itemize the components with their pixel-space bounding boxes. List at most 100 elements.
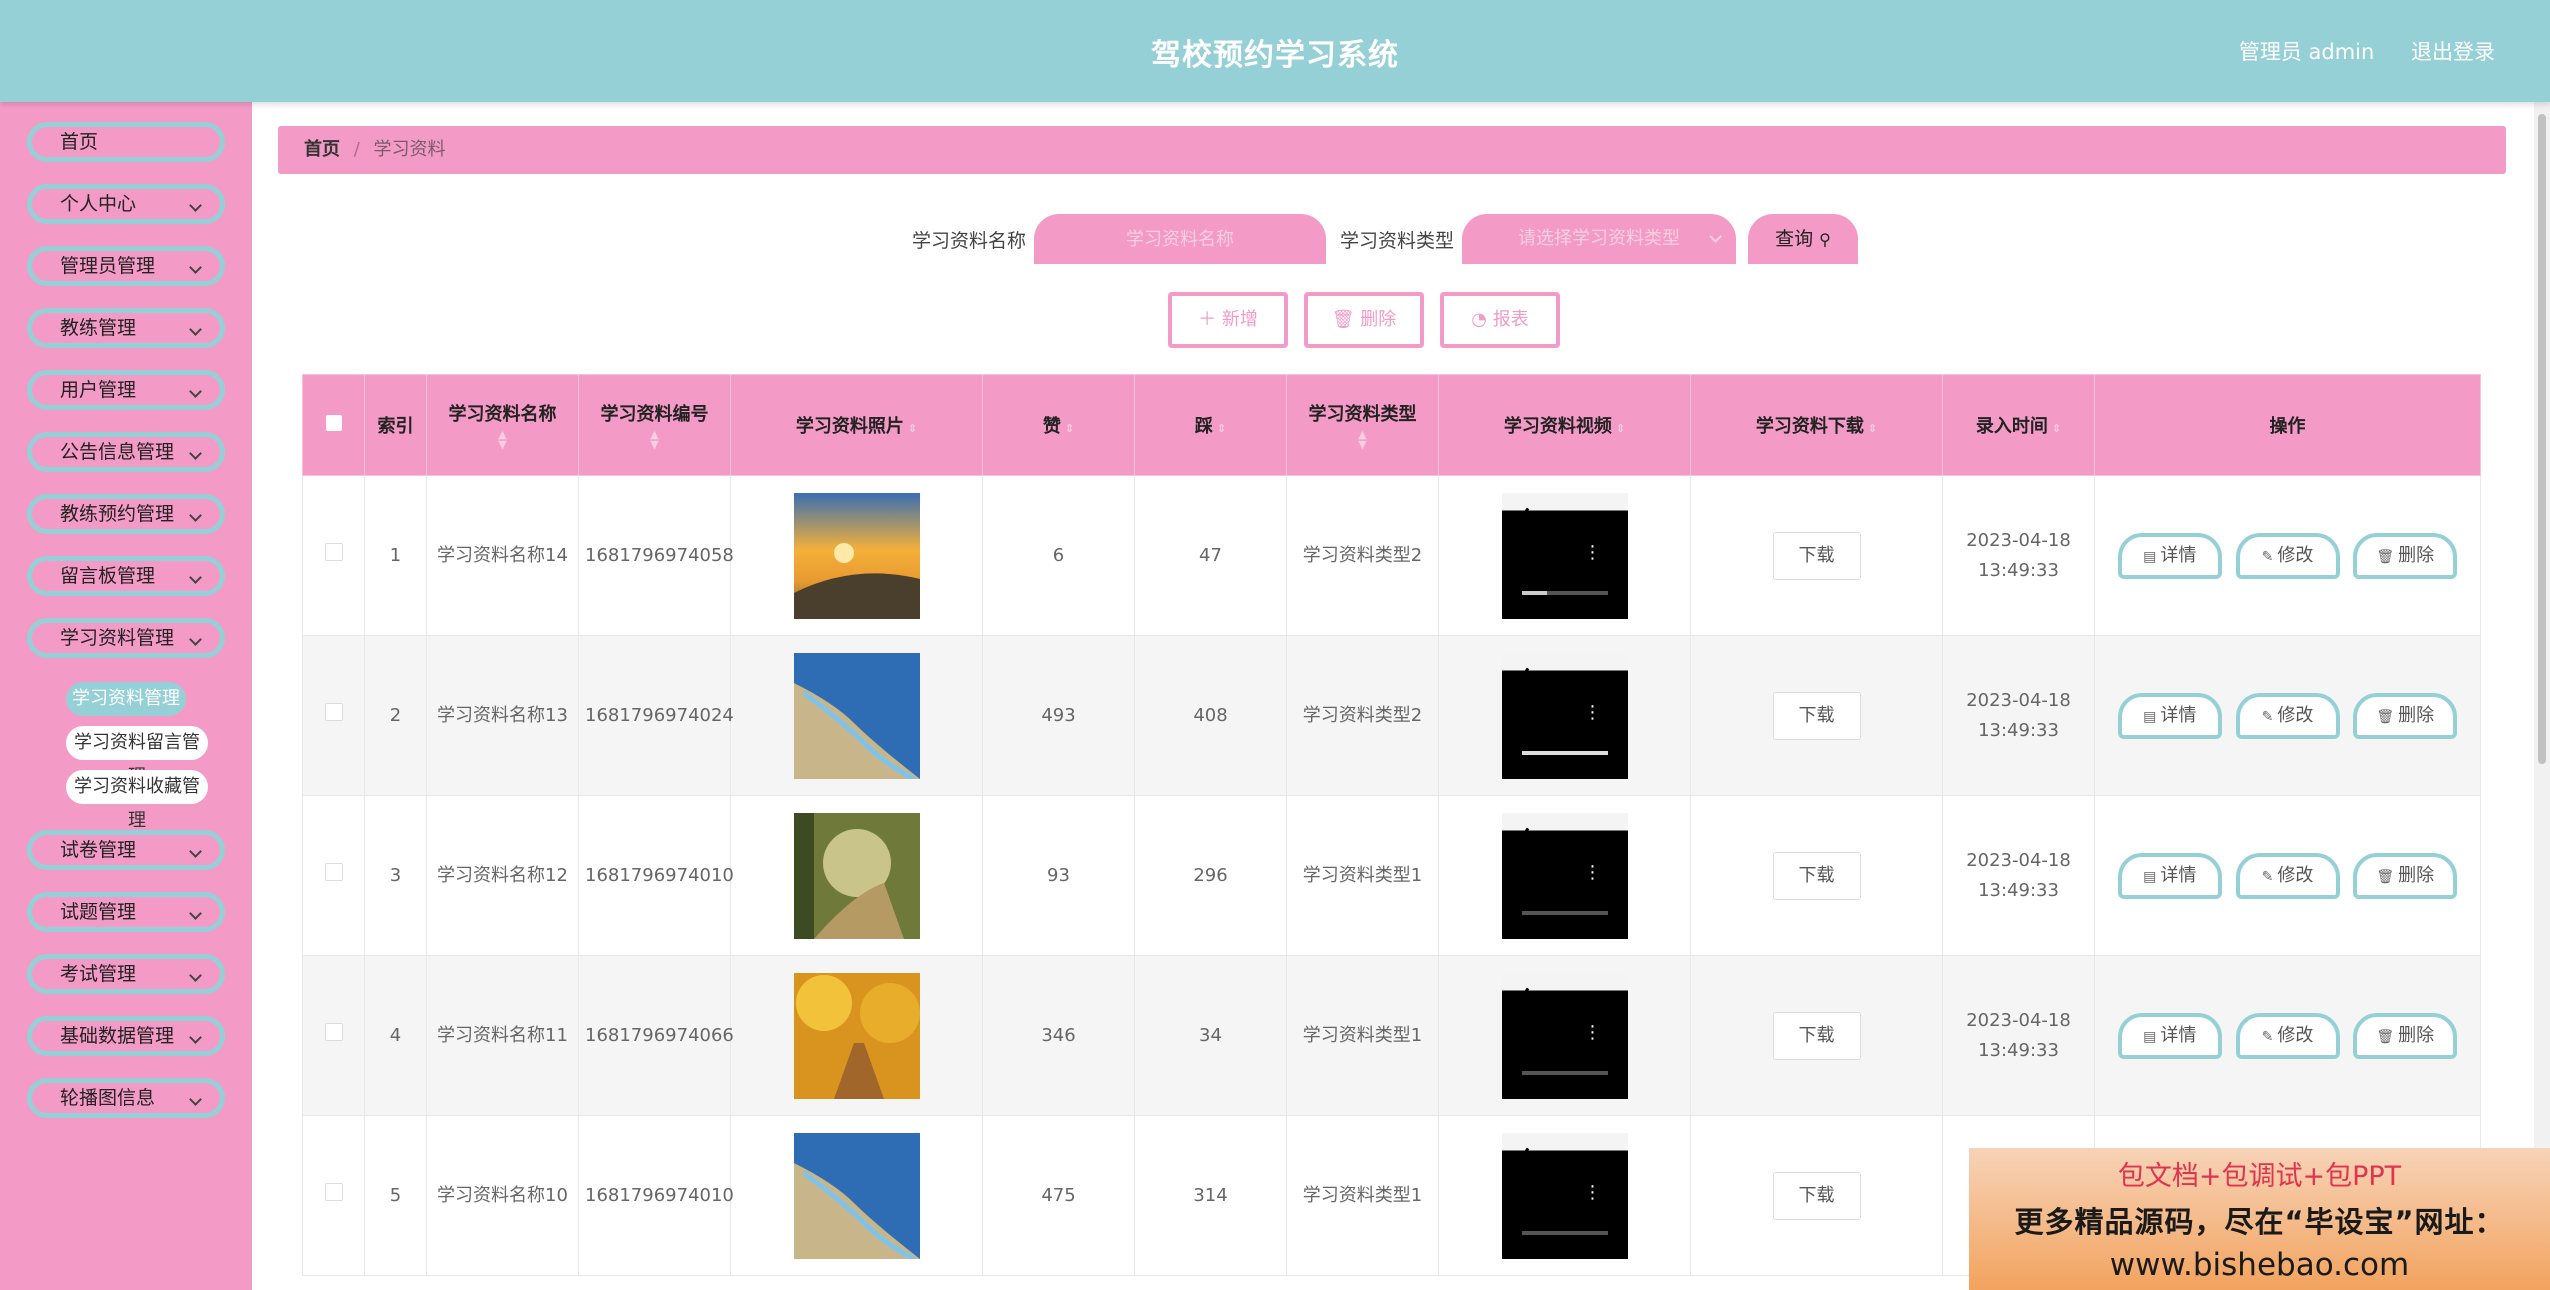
scrollbar-thumb[interactable]: [2538, 114, 2546, 764]
sidebar-item-coach[interactable]: 教练管理: [27, 308, 225, 348]
video-player[interactable]: ⋮: [1501, 492, 1628, 619]
add-button[interactable]: ＋ 新增: [1168, 292, 1288, 348]
sidebar-item-admin[interactable]: 管理员管理: [27, 246, 225, 286]
sidebar-item-basedata[interactable]: 基础数据管理: [27, 1016, 225, 1056]
edit-button[interactable]: ✎ 修改: [2235, 852, 2340, 899]
cell-download: 下载: [1690, 475, 1943, 636]
edit-icon: ✎: [2261, 1028, 2274, 1045]
query-button[interactable]: 查询 ⚲: [1748, 214, 1858, 264]
sort-icon[interactable]: ▲ ▼: [431, 429, 574, 450]
sidebar-item-guestbook[interactable]: 留言板管理: [27, 556, 225, 596]
col-download[interactable]: 学习资料下载 ⇕: [1690, 374, 1943, 476]
col-time[interactable]: 录入时间 ⇕: [1942, 374, 2095, 476]
edit-button[interactable]: ✎ 修改: [2235, 1012, 2340, 1059]
sort-icon[interactable]: ⇕: [2052, 422, 2061, 435]
detail-button[interactable]: ▤ 详情: [2117, 692, 2222, 739]
sort-icon[interactable]: ▲ ▼: [583, 429, 726, 450]
material-photo[interactable]: [793, 972, 920, 1099]
row-checkbox[interactable]: [302, 795, 365, 956]
submenu-materials[interactable]: 学习资料管理: [66, 682, 186, 716]
sidebar-item-profile[interactable]: 个人中心: [27, 184, 225, 224]
cell-index: 4: [364, 955, 427, 1116]
detail-button[interactable]: ▤ 详情: [2117, 1012, 2222, 1059]
sidebar-item-user[interactable]: 用户管理: [27, 370, 225, 410]
sidebar-item-home[interactable]: 首页: [27, 122, 225, 162]
row-delete-button[interactable]: 🗑 删除: [2353, 1012, 2458, 1059]
row-checkbox[interactable]: [302, 635, 365, 796]
sidebar-item-papers[interactable]: 试卷管理: [27, 830, 225, 870]
edit-icon: ✎: [2261, 868, 2274, 885]
material-photo[interactable]: [793, 652, 920, 779]
col-type[interactable]: 学习资料类型 ▲ ▼: [1286, 374, 1439, 476]
sidebar-item-materials[interactable]: 学习资料管理: [27, 618, 225, 658]
search-name-input[interactable]: [1034, 214, 1326, 264]
video-player[interactable]: ⋮: [1501, 1132, 1628, 1259]
submenu-material-favorites[interactable]: 学习资料收藏管理: [66, 770, 208, 831]
sidebar-item-label: 试题管理: [60, 901, 137, 923]
sort-icon[interactable]: ⇕: [1868, 422, 1877, 435]
cell-time: 2023-04-18 13:49:33: [1942, 475, 2095, 636]
row-delete-button[interactable]: 🗑 删除: [2353, 852, 2458, 899]
more-icon[interactable]: ⋮: [1584, 863, 1602, 881]
col-code[interactable]: 学习资料编号 ▲ ▼: [578, 374, 731, 476]
sort-icon[interactable]: ⇕: [1616, 422, 1625, 435]
col-dislikes[interactable]: 踩 ⇕: [1134, 374, 1287, 476]
sort-icon[interactable]: ⇕: [1217, 422, 1226, 435]
delete-button[interactable]: 🗑 删除: [1304, 292, 1424, 348]
download-button[interactable]: 下载: [1772, 1011, 1861, 1060]
sidebar-item-notice[interactable]: 公告信息管理: [27, 432, 225, 472]
row-delete-button[interactable]: 🗑 删除: [2353, 692, 2458, 739]
row-checkbox[interactable]: [302, 1115, 365, 1276]
sidebar-item-label: 轮播图信息: [60, 1087, 156, 1109]
col-video[interactable]: 学习资料视频 ⇕: [1438, 374, 1691, 476]
sidebar-item-exams[interactable]: 考试管理: [27, 954, 225, 994]
more-icon[interactable]: ⋮: [1584, 543, 1602, 561]
vertical-scrollbar[interactable]: [2534, 102, 2550, 1290]
download-button[interactable]: 下载: [1772, 531, 1861, 580]
cell-type: 学习资料类型2: [1286, 475, 1439, 636]
material-photo[interactable]: [793, 1132, 920, 1259]
row-delete-button[interactable]: 🗑 删除: [2353, 532, 2458, 579]
trash-icon: 🗑: [1331, 309, 1355, 330]
row-checkbox[interactable]: [302, 955, 365, 1116]
breadcrumb-home[interactable]: 首页: [304, 139, 340, 160]
cell-likes: 6: [982, 475, 1135, 636]
chevron-down-icon: [189, 199, 202, 212]
sort-icon[interactable]: ⇕: [908, 422, 917, 435]
material-photo[interactable]: [793, 812, 920, 939]
submenu-material-comments[interactable]: 学习资料留言管理: [66, 726, 208, 787]
search-type-select[interactable]: 请选择学习资料类型: [1462, 214, 1736, 264]
row-checkbox[interactable]: [302, 475, 365, 636]
logout-link[interactable]: 退出登录: [2411, 40, 2495, 64]
promo-line-1: 包文档+包调试+包PPT: [2117, 1161, 2402, 1192]
col-photo[interactable]: 学习资料照片 ⇕: [730, 374, 983, 476]
admin-user-label[interactable]: 管理员 admin: [2239, 40, 2374, 64]
download-button[interactable]: 下载: [1772, 851, 1861, 900]
col-name[interactable]: 学习资料名称 ▲ ▼: [426, 374, 579, 476]
edit-button[interactable]: ✎ 修改: [2235, 692, 2340, 739]
more-icon[interactable]: ⋮: [1584, 1023, 1602, 1041]
cell-likes: 493: [982, 635, 1135, 796]
cell-type: 学习资料类型1: [1286, 955, 1439, 1116]
select-all-checkbox[interactable]: [302, 374, 365, 476]
sidebar-item-questions[interactable]: 试题管理: [27, 892, 225, 932]
col-likes[interactable]: 赞 ⇕: [982, 374, 1135, 476]
material-photo[interactable]: [793, 492, 920, 619]
video-player[interactable]: ⋮: [1501, 812, 1628, 939]
video-player[interactable]: ⋮: [1501, 972, 1628, 1099]
detail-button[interactable]: ▤ 详情: [2117, 532, 2222, 579]
sidebar-item-carousel[interactable]: 轮播图信息: [27, 1078, 225, 1118]
more-icon[interactable]: ⋮: [1584, 1183, 1602, 1201]
sidebar-item-booking[interactable]: 教练预约管理: [27, 494, 225, 534]
report-button[interactable]: ◔ 报表: [1440, 292, 1560, 348]
sort-icon[interactable]: ▲ ▼: [1291, 429, 1434, 450]
edit-button[interactable]: ✎ 修改: [2235, 532, 2340, 579]
detail-button[interactable]: ▤ 详情: [2117, 852, 2222, 899]
cell-dislikes: 296: [1134, 795, 1287, 956]
sort-icon[interactable]: ⇕: [1065, 422, 1074, 435]
video-player[interactable]: ⋮: [1501, 652, 1628, 779]
download-button[interactable]: 下载: [1772, 1171, 1861, 1220]
download-button[interactable]: 下载: [1772, 691, 1861, 740]
more-icon[interactable]: ⋮: [1584, 703, 1602, 721]
breadcrumb-separator: /: [353, 139, 360, 160]
